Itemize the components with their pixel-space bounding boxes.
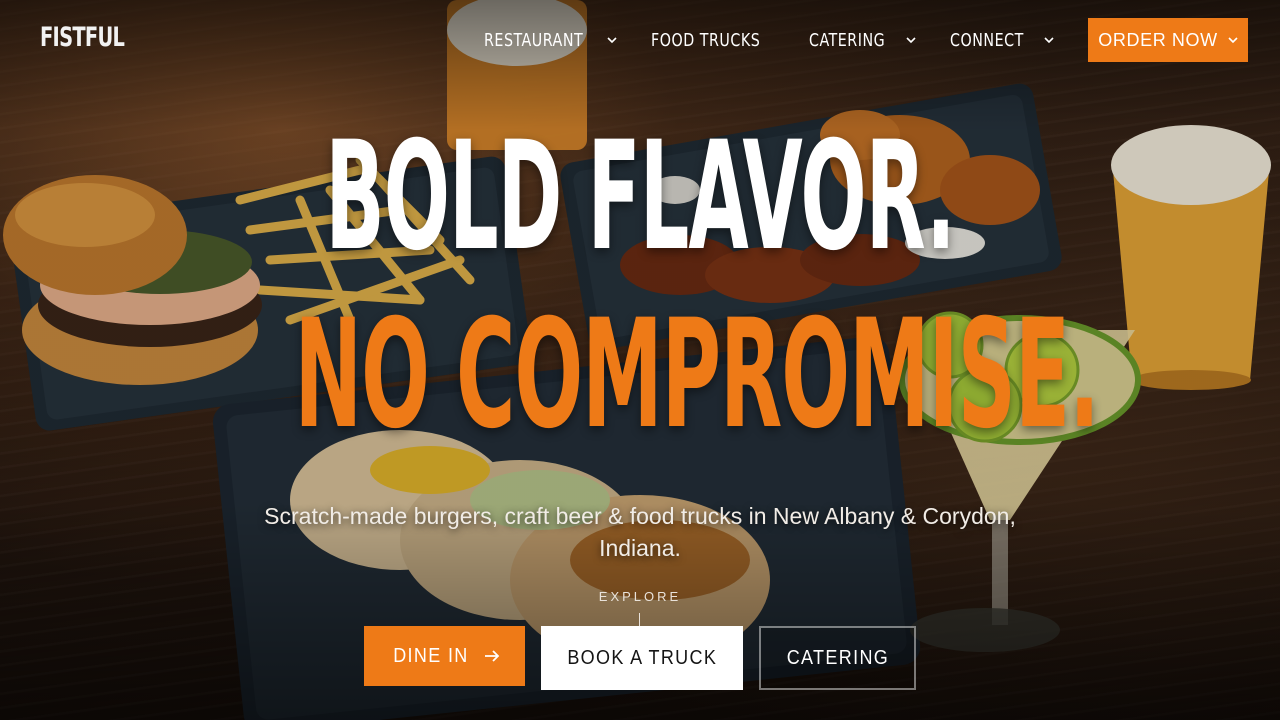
chevron-down-icon	[906, 36, 916, 43]
nav-item-food-trucks[interactable]: FOOD TRUCKS	[651, 30, 775, 51]
order-now-button[interactable]: ORDER NOW	[1088, 18, 1248, 62]
nav-item-label: FOOD TRUCKS	[651, 29, 761, 51]
chevron-down-icon	[1228, 36, 1238, 43]
catering-label: CATERING	[786, 646, 889, 669]
nav-item-label: RESTAURANT	[484, 29, 584, 51]
hero-headline-secondary: NO COMPROMISE.	[294, 288, 1099, 462]
dine-in-label: DINE IN	[392, 644, 469, 667]
nav-item-restaurant[interactable]: RESTAURANT	[484, 30, 617, 51]
main-nav: RESTAURANT FOOD TRUCKS CATERING CONNECT …	[484, 18, 1248, 62]
hero-subtitle: Scratch-made burgers, craft beer & food …	[264, 503, 1016, 561]
brand-logo[interactable]: FISTFUL	[40, 22, 125, 53]
nav-item-connect[interactable]: CONNECT	[950, 30, 1054, 51]
book-a-truck-label: BOOK A TRUCK	[567, 646, 717, 669]
explore-scroll-hint[interactable]: EXPLORE	[0, 589, 1280, 604]
chevron-down-icon	[1044, 36, 1054, 43]
catering-button[interactable]: CATERING	[759, 626, 916, 690]
explore-divider	[639, 613, 640, 627]
chevron-down-icon	[607, 36, 617, 43]
hero-headline-primary: BOLD FLAVOR.	[325, 110, 955, 284]
dine-in-button[interactable]: DINE IN	[364, 626, 525, 686]
arrow-right-icon	[485, 650, 500, 662]
nav-item-label: CONNECT	[950, 29, 1024, 51]
nav-item-label: CATERING	[809, 29, 886, 51]
book-a-truck-button[interactable]: BOOK A TRUCK	[541, 626, 743, 690]
nav-item-catering[interactable]: CATERING	[809, 30, 916, 51]
order-now-label: ORDER NOW	[1098, 29, 1218, 50]
